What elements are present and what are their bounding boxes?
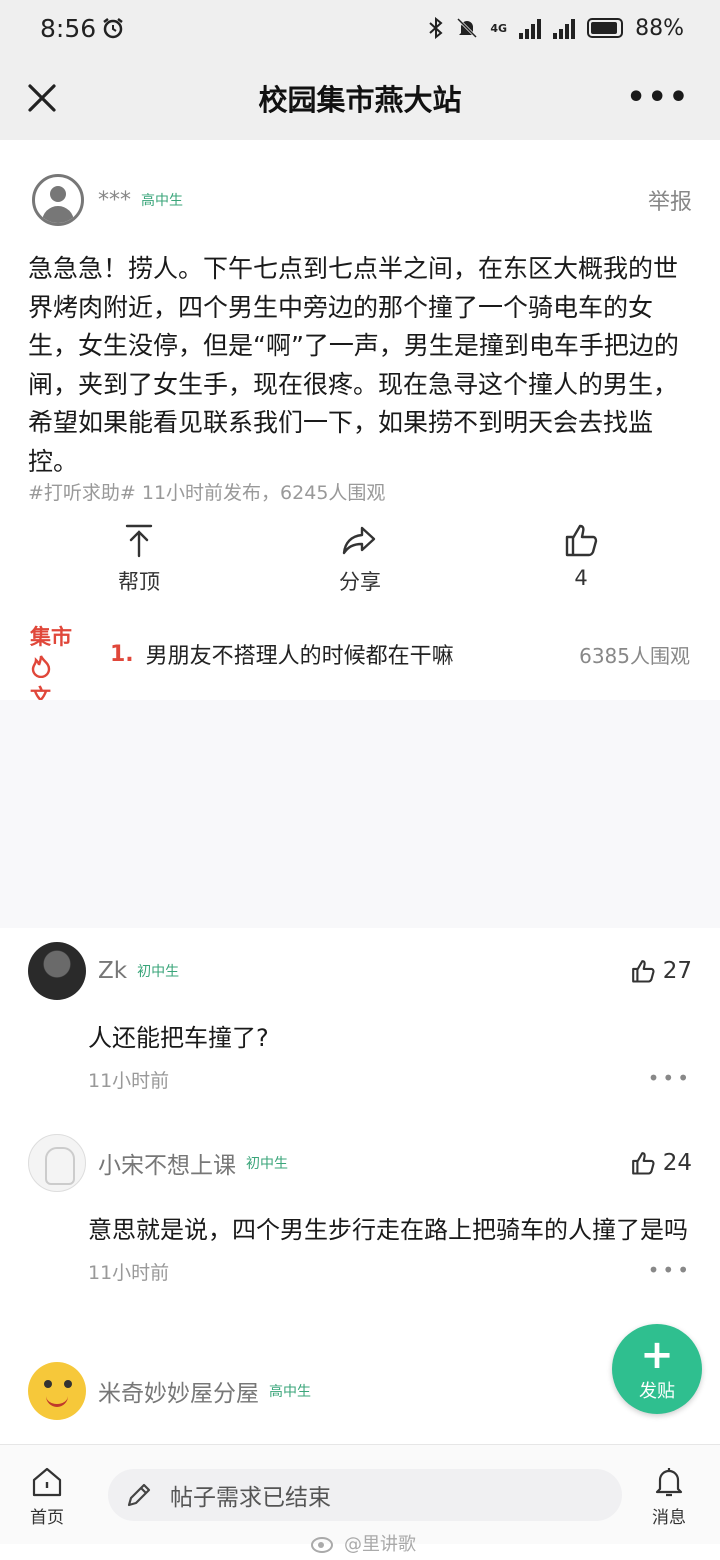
comment-like-count: 27 — [662, 958, 692, 984]
avatar[interactable] — [28, 942, 86, 1000]
post-meta: #打听求助# 11小时前发布，6245人围观 — [28, 482, 386, 504]
comment-like-button[interactable]: 27 — [629, 957, 692, 985]
author-grade-badge: 初中生 — [137, 964, 180, 980]
pencil-icon — [127, 1483, 151, 1507]
hot-views: 6385人围观 — [579, 643, 690, 668]
comment-item: 小宋不想上课 初中生 24 意思就是说，四个男生步行走在路上把骑车的人撞了是吗 … — [28, 1134, 692, 1285]
more-menu-button[interactable]: ••• — [626, 80, 690, 115]
bump-label: 帮顶 — [118, 570, 160, 594]
avatar[interactable] — [32, 174, 84, 226]
hot-logo: 集市 文 — [30, 625, 72, 709]
tab-messages[interactable]: 消息 — [652, 1465, 686, 1528]
comment-author[interactable]: Zk — [98, 958, 127, 984]
tab-home[interactable]: 首页 — [30, 1465, 64, 1528]
comment-author[interactable]: 小宋不想上课 — [98, 1146, 236, 1180]
title-bar: 校园集市燕大站 ••• — [0, 56, 720, 140]
hot-rank: 1. — [110, 641, 134, 667]
new-post-button[interactable]: + 发贴 — [612, 1324, 702, 1414]
hot-topic-item[interactable]: 集市 文 1. 男朋友不搭理人的时候都在干嘛 6385人围观 — [30, 622, 690, 709]
bottom-bar: 首页 帖子需求已结束 消息 — [0, 1444, 720, 1544]
thumbs-up-icon — [565, 524, 598, 557]
battery-icon — [587, 18, 624, 38]
tab-home-label: 首页 — [30, 1508, 64, 1528]
post-header: *** 高中生 举报 — [32, 172, 692, 228]
status-bar: 8:56 4G 88% — [0, 0, 720, 56]
fire-icon — [31, 655, 51, 679]
comment-author[interactable]: 米奇妙妙屋分屋 — [98, 1374, 259, 1408]
report-button[interactable]: 举报 — [648, 184, 692, 216]
signal-icon — [519, 17, 542, 39]
close-icon[interactable] — [22, 78, 62, 118]
comment-like-count: 24 — [662, 1150, 692, 1176]
author-grade-badge: 高中生 — [141, 193, 183, 209]
comment-more-button[interactable]: ••• — [648, 1258, 692, 1285]
thumbs-up-icon — [631, 1152, 655, 1175]
alarm-icon — [103, 18, 123, 39]
mute-icon — [457, 17, 478, 39]
battery-percent: 88% — [635, 15, 684, 41]
author-grade-badge: 高中生 — [269, 1384, 311, 1400]
bell-icon — [655, 1468, 683, 1497]
post-body: 急急急！捞人。下午七点到七点半之间，在东区大概我的世界烤肉附近，四个男生中旁边的… — [28, 254, 679, 476]
comment-text: 意思就是说，四个男生步行走在路上把骑车的人撞了是吗 — [88, 1216, 688, 1244]
like-count: 4 — [574, 566, 588, 590]
bump-up-icon — [125, 524, 153, 558]
avatar[interactable] — [28, 1362, 86, 1420]
bump-button[interactable]: 帮顶 — [84, 520, 194, 596]
comment-input[interactable]: 帖子需求已结束 — [108, 1469, 622, 1521]
avatar[interactable] — [28, 1134, 86, 1192]
share-button[interactable]: 分享 — [305, 520, 415, 596]
like-button[interactable]: 4 — [526, 520, 636, 590]
post-author[interactable]: *** — [98, 188, 131, 213]
comment-item: Zk 初中生 27 人还能把车撞了? 11小时前 ••• — [28, 942, 692, 1093]
new-post-label: 发贴 — [639, 1381, 675, 1402]
comment-input-placeholder: 帖子需求已结束 — [170, 1485, 331, 1511]
home-icon — [32, 1467, 62, 1497]
comment-item: 米奇妙妙屋分屋 高中生 — [28, 1362, 692, 1420]
plus-icon: + — [640, 1332, 674, 1378]
clock-time: 8:56 — [40, 13, 97, 43]
comment-time: 11小时前 — [88, 1262, 170, 1284]
bluetooth-icon — [429, 17, 443, 39]
comment-like-button[interactable]: 24 — [629, 1149, 692, 1177]
tab-messages-label: 消息 — [652, 1508, 686, 1528]
page-title: 校园集市燕大站 — [258, 83, 462, 117]
thumbs-up-icon — [631, 960, 655, 983]
share-label: 分享 — [339, 570, 381, 594]
comment-time: 11小时前 — [88, 1070, 170, 1092]
weibo-icon — [311, 1537, 333, 1553]
signal-2-icon — [553, 17, 576, 39]
watermark-text: @里讲歌 — [344, 1534, 416, 1555]
post-actions: 帮顶 分享 4 — [0, 520, 720, 600]
network-label: 4G — [490, 21, 508, 35]
watermark: @里讲歌 — [310, 1530, 416, 1556]
comment-more-button[interactable]: ••• — [648, 1066, 692, 1093]
blank-banner-area — [0, 700, 720, 928]
hot-title: 男朋友不搭理人的时候都在干嘛 — [145, 644, 454, 669]
share-icon — [342, 526, 376, 555]
author-grade-badge: 初中生 — [246, 1156, 288, 1172]
comment-text: 人还能把车撞了? — [88, 1024, 269, 1052]
